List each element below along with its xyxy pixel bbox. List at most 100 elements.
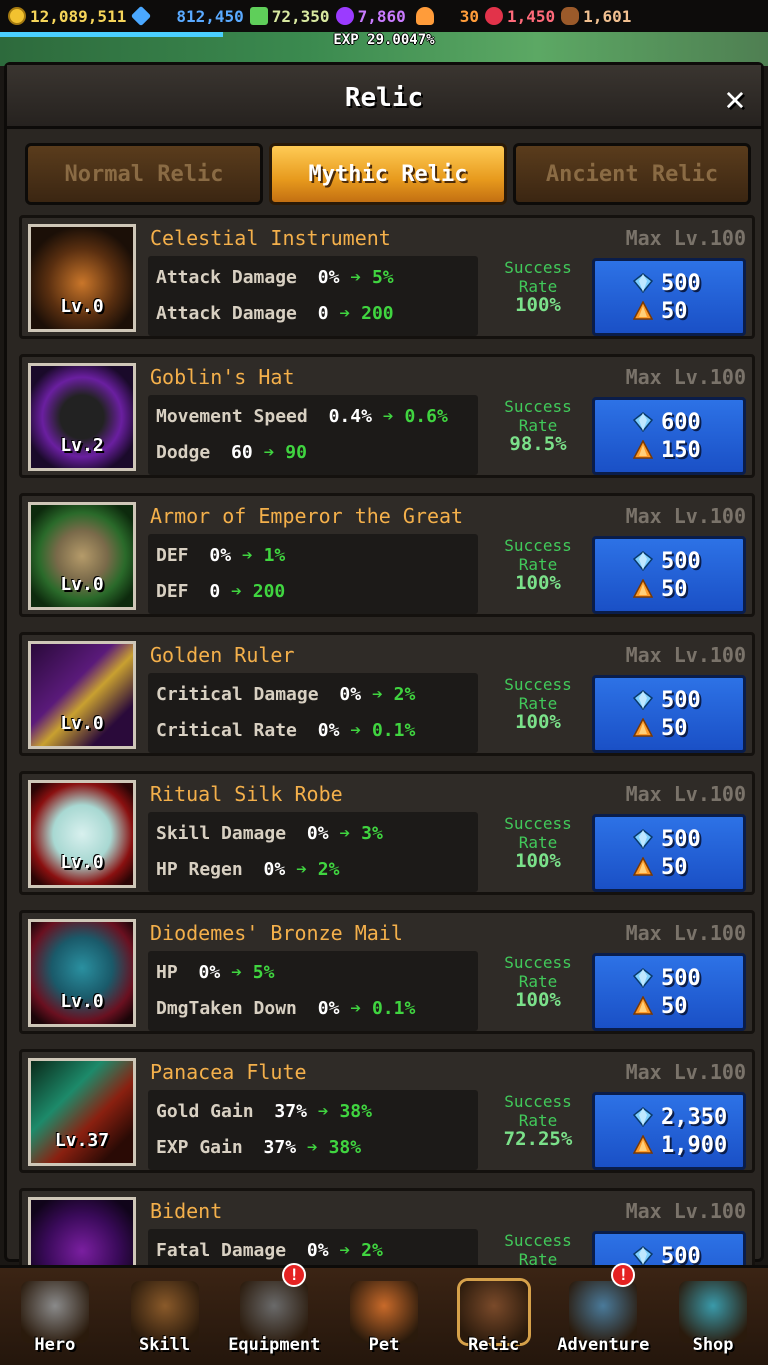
stat-to: 0.1% [371, 998, 416, 1019]
success-rate: Success Rate 100% [488, 953, 588, 1010]
nav-equipment[interactable]: Equipment ! [224, 1263, 324, 1355]
nav-label: Skill [138, 1335, 191, 1355]
relic-stats: Fatal Damage 0% ➔ 2% [148, 1229, 478, 1265]
diamond-cost-value: 500 [661, 548, 701, 574]
arrow-right-icon: ➔ [350, 720, 362, 741]
silk-robe-icon[interactable]: Lv.0 [28, 780, 136, 888]
relic-row: Bident Max Lv.100 Fatal Damage 0% ➔ 2% S… [19, 1188, 755, 1265]
max-level: Max Lv.100 [625, 782, 746, 806]
diamond-cost-value: 500 [661, 826, 701, 852]
relic-stats: Movement Speed 0.4% ➔ 0.6% Dodge 60 ➔ 90 [148, 395, 478, 475]
nav-label: Shop [692, 1335, 734, 1355]
success-rate: Success Rate 100% [488, 675, 588, 732]
panacea-flute-icon[interactable]: Lv.37 [28, 1058, 136, 1166]
upgrade-button[interactable]: 500 50 [592, 953, 746, 1031]
diamond-counter: 812,450 [131, 5, 244, 27]
golden-ruler-icon[interactable]: Lv.0 [28, 641, 136, 749]
crystal-cost: 50 [633, 992, 743, 1020]
nav-pet[interactable]: Pet [334, 1265, 434, 1355]
arrow-right-icon: ➔ [339, 303, 351, 324]
nav-label: Relic [468, 1335, 520, 1355]
nav-label: Equipment [228, 1335, 321, 1355]
stat-from: 0% [209, 545, 232, 566]
crystal-cost: 50 [633, 853, 743, 881]
stat-to: 2% [317, 859, 340, 880]
relic-row: Lv.37 Panacea Flute Max Lv.100 Gold Gain… [19, 1049, 755, 1173]
stat-to: 2% [361, 1240, 383, 1261]
upgrade-button[interactable]: 500 [592, 1231, 746, 1265]
bread-counter: 1,601 [561, 7, 631, 26]
relic-stats: HP 0% ➔ 5% DmgTaken Down 0% ➔ 0.1% [148, 951, 478, 1031]
relic-chest-icon [459, 1281, 528, 1343]
goblins-hat-icon[interactable]: Lv.2 [28, 363, 136, 471]
max-level: Max Lv.100 [625, 504, 746, 528]
success-rate-value: 72.25% [503, 1128, 573, 1150]
stat-line: Attack Damage 0% ➔ 5% [156, 260, 470, 296]
diamond-cost: 500 [633, 964, 743, 992]
stat-from: 37% [263, 1137, 297, 1158]
upgrade-button[interactable]: 2,350 1,900 [592, 1092, 746, 1170]
nav-hero[interactable]: Hero [5, 1265, 105, 1355]
upgrade-button[interactable]: 500 50 [592, 258, 746, 336]
shop-treasure-icon [679, 1281, 748, 1343]
tab-normal-relic[interactable]: Normal Relic [25, 143, 263, 205]
upgrade-button[interactable]: 600 150 [592, 397, 746, 475]
nav-adventure[interactable]: Adventure ! [553, 1263, 653, 1355]
max-level: Max Lv.100 [625, 921, 746, 945]
diamond-icon [633, 551, 653, 571]
relic-stats: DEF 0% ➔ 1% DEF 0 ➔ 200 [148, 534, 478, 614]
close-button[interactable]: ✕ [717, 81, 753, 117]
tab-mythic-relic[interactable]: Mythic Relic [269, 143, 507, 205]
upgrade-button[interactable]: 500 50 [592, 675, 746, 753]
relic-list[interactable]: Lv.0 Celestial Instrument Max Lv.100 Att… [19, 215, 755, 1265]
diamond-cost: 500 [633, 825, 743, 853]
bread-icon [561, 7, 580, 25]
crystal-cost-value: 50 [661, 298, 688, 324]
stat-line: Skill Damage 0% ➔ 3% [156, 816, 470, 852]
arrow-right-icon: ➔ [241, 545, 253, 566]
diamond-cost-value: 600 [661, 409, 701, 435]
success-rate-value: 98.5% [509, 433, 567, 455]
success-rate: Success Rate 72.25% [488, 1092, 588, 1149]
diamond-icon [633, 273, 653, 293]
orange-crystal-icon [633, 440, 653, 459]
nav-relic[interactable]: Relic [444, 1265, 544, 1355]
stat-label: HP Regen [156, 859, 243, 880]
stat-line: EXP Gain 37% ➔ 38% [156, 1130, 470, 1166]
pet-icon [349, 1281, 418, 1343]
relic-stats: Gold Gain 37% ➔ 38% EXP Gain 37% ➔ 38% [148, 1090, 478, 1170]
stat-line: HP 0% ➔ 5% [156, 955, 470, 991]
success-rate-value: 100% [515, 572, 561, 594]
upgrade-button[interactable]: 500 50 [592, 536, 746, 614]
diamond-cost: 500 [633, 547, 743, 575]
relic-row: Lv.0 Celestial Instrument Max Lv.100 Att… [19, 215, 755, 339]
stat-to: 38% [328, 1137, 362, 1158]
relic-name: Golden Ruler [150, 643, 295, 667]
crystal-cost: 150 [633, 436, 743, 464]
upgrade-button[interactable]: 500 50 [592, 814, 746, 892]
stat-from: 0 [209, 581, 221, 602]
bronze-mail-icon[interactable]: Lv.0 [28, 919, 136, 1027]
relic-name: Diodemes' Bronze Mail [150, 921, 403, 945]
diamond-icon [633, 690, 653, 710]
success-rate: Success Rate 100% [488, 814, 588, 871]
emperor-armor-icon[interactable]: Lv.0 [28, 502, 136, 610]
stat-label: Attack Damage [156, 267, 297, 288]
arrow-right-icon: ➔ [339, 823, 351, 844]
celestial-instrument-icon[interactable]: Lv.0 [28, 224, 136, 332]
diamond-cost: 500 [633, 269, 743, 297]
stat-label: EXP Gain [156, 1137, 243, 1158]
arrow-right-icon: ➔ [296, 859, 307, 880]
stat-to: 5% [252, 962, 275, 983]
stat-to: 0.6% [404, 406, 448, 427]
tab-ancient-relic[interactable]: Ancient Relic [513, 143, 751, 205]
stat-line: DEF 0% ➔ 1% [156, 538, 470, 574]
stat-line: Dodge 60 ➔ 90 [156, 435, 470, 471]
bident-icon[interactable] [28, 1197, 136, 1265]
nav-skill[interactable]: Skill [115, 1265, 215, 1355]
stat-line: Fatal Damage 0% ➔ 2% [156, 1233, 470, 1265]
stat-label: Movement Speed [156, 406, 308, 427]
stat-line: DmgTaken Down 0% ➔ 0.1% [156, 991, 470, 1027]
nav-shop[interactable]: Shop [663, 1265, 763, 1355]
success-rate-value: 100% [515, 711, 561, 733]
